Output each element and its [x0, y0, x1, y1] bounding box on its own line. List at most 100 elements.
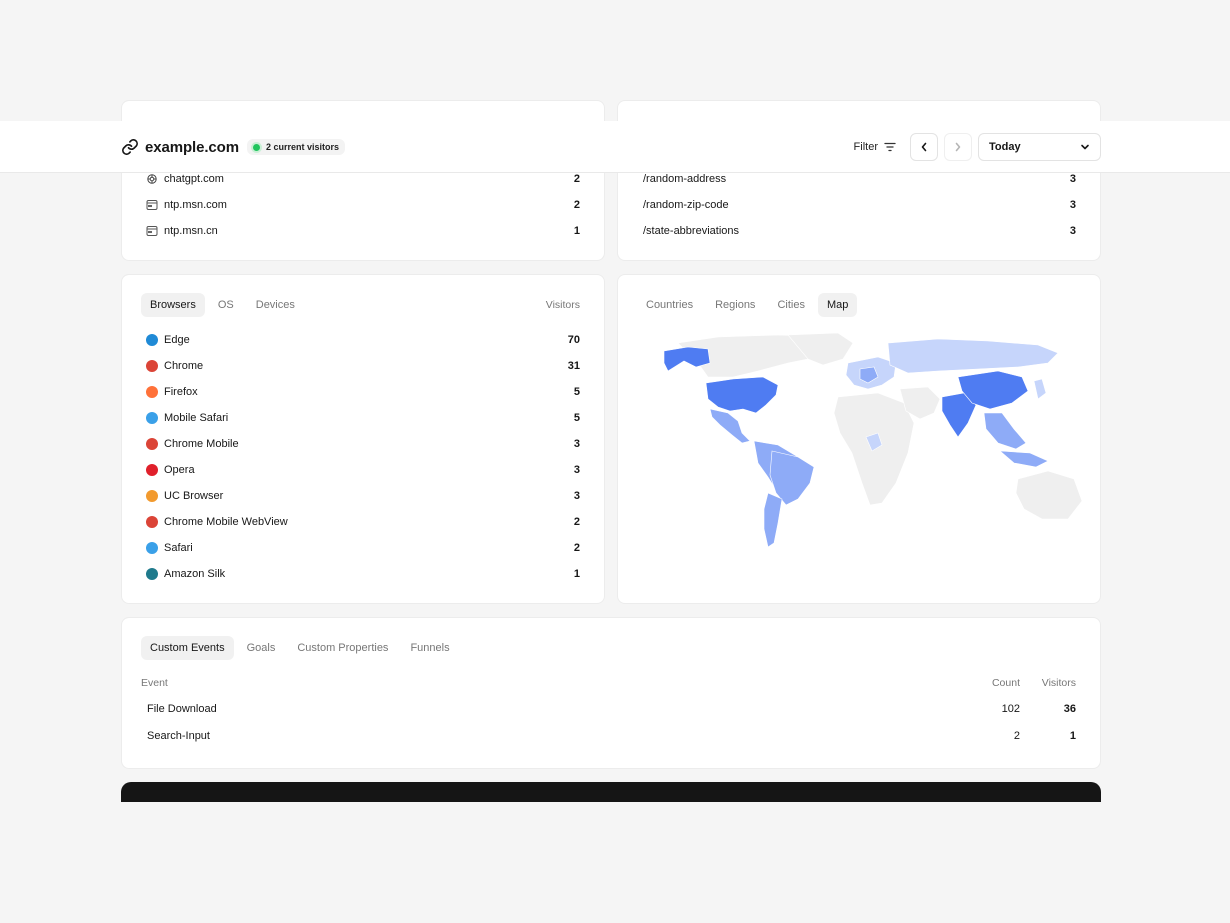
- tab-regions[interactable]: Regions: [706, 293, 764, 317]
- world-map[interactable]: [638, 333, 1088, 553]
- browser-label: UC Browser: [164, 490, 224, 502]
- page-value: 3: [1069, 173, 1076, 185]
- tab-custom-properties[interactable]: Custom Properties: [288, 636, 397, 660]
- browser-label: Chrome Mobile: [164, 438, 239, 450]
- browser-window-icon: [146, 200, 158, 210]
- events-card: Custom Events Goals Custom Properties Fu…: [121, 617, 1101, 769]
- tab-countries[interactable]: Countries: [637, 293, 702, 317]
- browser-value: 3: [573, 438, 580, 450]
- browser-logo-icon: [146, 464, 158, 476]
- filter-button[interactable]: Filter: [854, 141, 896, 153]
- list-item[interactable]: /state-abbreviations 3: [618, 218, 1100, 244]
- top-bar: example.com 2 current visitors Filter To…: [0, 121, 1230, 173]
- link-icon: [122, 139, 138, 155]
- browser-label: Chrome Mobile WebView: [164, 516, 288, 528]
- list-item[interactable]: UC Browser 3: [122, 483, 604, 509]
- referrer-value: 1: [573, 225, 580, 237]
- tab-goals[interactable]: Goals: [238, 636, 285, 660]
- tab-cities[interactable]: Cities: [768, 293, 814, 317]
- list-item[interactable]: Opera 3: [122, 457, 604, 483]
- event-count: 102: [1001, 702, 1020, 715]
- visitors-column-header: Visitors: [545, 299, 580, 311]
- browser-logo-icon: [146, 386, 158, 398]
- list-item[interactable]: Edge 70: [122, 327, 604, 353]
- referrer-label: ntp.msn.cn: [164, 225, 218, 237]
- tab-devices[interactable]: Devices: [247, 293, 304, 317]
- browser-label: Safari: [164, 542, 193, 554]
- tab-map[interactable]: Map: [817, 293, 858, 317]
- browser-logo-icon: [146, 412, 158, 424]
- date-range-select[interactable]: Today: [978, 133, 1101, 161]
- chevron-right-icon: [955, 142, 961, 152]
- event-name: Search-Input: [147, 729, 210, 742]
- live-dot-icon: [252, 143, 260, 151]
- browser-value: 3: [573, 490, 580, 502]
- site-link[interactable]: example.com: [121, 138, 239, 156]
- chevron-down-icon: [1081, 144, 1089, 150]
- tab-funnels[interactable]: Funnels: [401, 636, 458, 660]
- browser-window-icon: [146, 226, 158, 236]
- browser-value: 5: [573, 412, 580, 424]
- page-path: /random-address: [643, 173, 727, 185]
- browser-value: 3: [573, 464, 580, 476]
- browser-label: Amazon Silk: [164, 568, 226, 580]
- list-item[interactable]: Mobile Safari 5: [122, 405, 604, 431]
- browser-label: Edge: [164, 334, 190, 346]
- referrer-value: 2: [573, 173, 580, 185]
- list-item[interactable]: ntp.msn.cn 1: [122, 218, 604, 244]
- event-column-header: Event: [141, 677, 168, 689]
- count-column-header: Count: [991, 677, 1020, 689]
- date-range-value: Today: [989, 141, 1021, 153]
- table-row[interactable]: File Download 102 36: [122, 695, 1100, 722]
- page-path: /state-abbreviations: [643, 225, 739, 237]
- page-path: /random-zip-code: [643, 199, 729, 211]
- site-title: example.com: [145, 138, 239, 156]
- list-item[interactable]: /random-zip-code 3: [618, 192, 1100, 218]
- map-region-japan: [1033, 378, 1047, 400]
- table-row[interactable]: Search-Input 2 1: [122, 722, 1100, 749]
- filter-icon: [884, 142, 896, 152]
- browser-logo-icon: [146, 334, 158, 346]
- browser-value: 1: [573, 568, 580, 580]
- list-item[interactable]: ntp.msn.com 2: [122, 192, 604, 218]
- geo-card: Countries Regions Cities Map: [617, 274, 1101, 604]
- tech-tabs: Browsers OS Devices: [141, 293, 304, 317]
- map-region-indonesia: [999, 450, 1049, 468]
- openai-icon: [147, 174, 157, 184]
- tab-os[interactable]: OS: [209, 293, 243, 317]
- browser-value: 2: [573, 516, 580, 528]
- previous-period-button[interactable]: [910, 133, 938, 161]
- visitors-column-header: Visitors: [1041, 677, 1076, 689]
- browser-value: 5: [573, 386, 580, 398]
- map-region-usa: [705, 376, 779, 414]
- tab-browsers[interactable]: Browsers: [141, 293, 205, 317]
- browsers-card: Browsers OS Devices Visitors Edge 70 Chrom…: [121, 274, 605, 604]
- list-item[interactable]: Safari 2: [122, 535, 604, 561]
- events-tabs: Custom Events Goals Custom Properties Fu…: [141, 636, 459, 660]
- map-region-argentina: [763, 492, 783, 548]
- browser-logo-icon: [146, 360, 158, 372]
- page-value: 3: [1069, 225, 1076, 237]
- list-item[interactable]: Chrome Mobile WebView 2: [122, 509, 604, 535]
- browser-label: Mobile Safari: [164, 412, 229, 424]
- footer-panel: [121, 782, 1101, 802]
- referrer-label: chatgpt.com: [164, 173, 224, 185]
- referrer-label: ntp.msn.com: [164, 199, 227, 211]
- next-period-button[interactable]: [944, 133, 972, 161]
- map-region-russia: [887, 338, 1059, 374]
- browser-logo-icon: [146, 542, 158, 554]
- current-visitors-label: 2 current visitors: [265, 142, 339, 152]
- list-item[interactable]: Chrome 31: [122, 353, 604, 379]
- browser-value: 31: [567, 360, 580, 372]
- geo-tabs: Countries Regions Cities Map: [637, 293, 858, 317]
- current-visitors-badge[interactable]: 2 current visitors: [246, 139, 345, 155]
- browser-logo-icon: [146, 516, 158, 528]
- list-item[interactable]: Chrome Mobile 3: [122, 431, 604, 457]
- page-value: 3: [1069, 199, 1076, 211]
- list-item[interactable]: Amazon Silk 1: [122, 561, 604, 587]
- list-item[interactable]: Firefox 5: [122, 379, 604, 405]
- tab-custom-events[interactable]: Custom Events: [141, 636, 234, 660]
- browser-logo-icon: [146, 490, 158, 502]
- browser-label: Chrome: [164, 360, 204, 372]
- filter-label: Filter: [853, 141, 878, 153]
